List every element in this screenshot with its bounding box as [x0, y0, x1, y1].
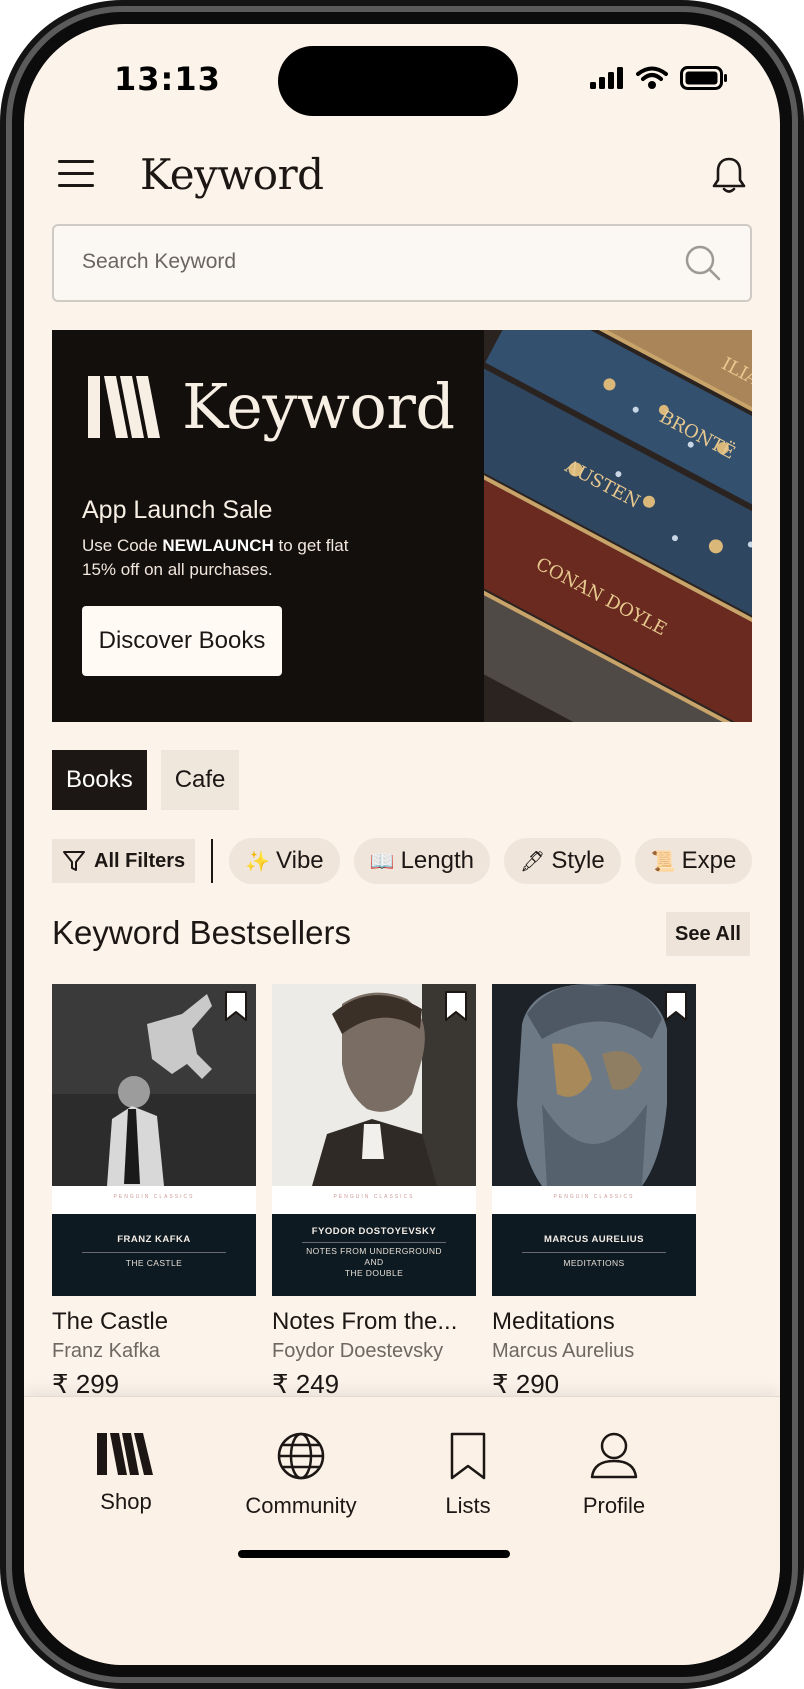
- brand-wordmark[interactable]: Keyword: [140, 150, 324, 199]
- screen: 13:13 Keyword Search Keyword Keyword App…: [24, 24, 780, 1665]
- pen-icon: 🖋: [519, 850, 546, 873]
- chip-length[interactable]: 📖 Length: [353, 838, 490, 884]
- signal-icon: [590, 67, 623, 89]
- nav-profile[interactable]: Profile: [570, 1431, 658, 1519]
- book-spines-image: ILIAD BRONTË AUSTEN CONAN DOYLE: [484, 330, 752, 722]
- bestseller-list: PENGUIN CLASSICS FRANZ KAFKA THE CASTLE …: [52, 984, 780, 1404]
- bell-icon[interactable]: [712, 156, 746, 194]
- cover-rule: [522, 1252, 666, 1253]
- status-time: 13:13: [114, 60, 221, 98]
- cover-label: FRANZ KAFKA THE CASTLE: [52, 1214, 256, 1296]
- category-tabs: Books Cafe: [52, 750, 240, 810]
- cover-author: MARCUS AURELIUS: [543, 1234, 645, 1245]
- cover-band-text: PENGUIN CLASSICS: [333, 1194, 415, 1200]
- nav-community[interactable]: Community: [238, 1431, 364, 1519]
- book-title[interactable]: Meditations: [492, 1308, 696, 1336]
- status-icons: [590, 66, 728, 90]
- cover-band: PENGUIN CLASSICS: [272, 1186, 476, 1214]
- app-header: Keyword: [58, 140, 746, 210]
- filter-divider: [211, 839, 214, 883]
- chip-label: Vibe: [276, 847, 324, 874]
- shop-icon: [97, 1433, 153, 1475]
- promo-banner: Keyword App Launch Sale Use Code NEWLAUN…: [52, 330, 752, 722]
- cover-subtitle: THE CASTLE: [125, 1258, 183, 1268]
- nav-shop-label: Shop: [100, 1489, 152, 1514]
- book-card[interactable]: PENGUIN CLASSICS FRANZ KAFKA THE CASTLE …: [52, 984, 256, 1400]
- book-author: Marcus Aurelius: [492, 1340, 635, 1362]
- book-author: Foydor Doestevsky: [272, 1340, 444, 1362]
- promo-code: NEWLAUNCH: [162, 536, 274, 555]
- cover-band-text: PENGUIN CLASSICS: [113, 1194, 195, 1200]
- list-bookmark-icon: [450, 1432, 486, 1480]
- book-card[interactable]: PENGUIN CLASSICS MARCUS AURELIUS MEDITAT…: [492, 984, 696, 1400]
- chip-label: Expe: [681, 847, 737, 874]
- bottom-navigation: Shop Community Lists Profile: [24, 1396, 780, 1665]
- cover-author: FRANZ KAFKA: [117, 1234, 191, 1245]
- cover-band: PENGUIN CLASSICS: [52, 1186, 256, 1214]
- banner-title: App Launch Sale: [82, 496, 273, 524]
- book-card[interactable]: PENGUIN CLASSICS FYODOR DOSTOYEVSKY NOTE…: [272, 984, 476, 1400]
- filter-icon: [63, 851, 85, 871]
- nav-lists[interactable]: Lists: [428, 1431, 508, 1519]
- see-all-button[interactable]: See All: [666, 912, 750, 956]
- book-cover[interactable]: PENGUIN CLASSICS MARCUS AURELIUS MEDITAT…: [492, 984, 696, 1296]
- banner-text-prefix: Use Code: [82, 536, 163, 555]
- book-title[interactable]: Notes From the...: [272, 1308, 476, 1336]
- search-input[interactable]: [82, 250, 642, 274]
- cover-band: PENGUIN CLASSICS: [492, 1186, 696, 1214]
- menu-icon[interactable]: [58, 160, 94, 190]
- chip-label: Style: [551, 847, 605, 874]
- bookmark-icon[interactable]: [444, 990, 468, 1022]
- all-filters-label: All Filters: [94, 849, 186, 872]
- chip-style[interactable]: 🖋 Style: [503, 838, 621, 884]
- bookmark-icon[interactable]: [664, 990, 688, 1022]
- tab-cafe[interactable]: Cafe: [160, 750, 240, 810]
- chip-label: Length: [400, 847, 474, 874]
- filter-row: All Filters ✨ Vibe 📖 Length 🖋 Style 📜 Ex…: [52, 838, 753, 884]
- section-title: Keyword Bestsellers: [52, 914, 351, 951]
- book-cover[interactable]: PENGUIN CLASSICS FYODOR DOSTOYEVSKY NOTE…: [272, 984, 476, 1296]
- cover-subtitle: NOTES FROM UNDERGROUND AND THE DOUBLE: [306, 1246, 442, 1278]
- dynamic-island: [278, 46, 518, 116]
- nav-profile-label: Profile: [582, 1493, 646, 1518]
- sparkles-icon: ✨: [245, 850, 271, 873]
- book-title[interactable]: The Castle: [52, 1308, 256, 1336]
- cover-label: FYODOR DOSTOYEVSKY NOTES FROM UNDERGROUN…: [272, 1214, 476, 1296]
- cover-rule: [82, 1252, 226, 1253]
- cover-author: FYODOR DOSTOYEVSKY: [311, 1226, 437, 1237]
- cover-rule: [302, 1242, 446, 1243]
- bookmark-icon[interactable]: [224, 990, 248, 1022]
- scroll-icon: 📜: [650, 850, 676, 873]
- nav-community-label: Community: [245, 1493, 357, 1518]
- open-book-icon: 📖: [369, 850, 395, 873]
- cover-label: MARCUS AURELIUS MEDITATIONS: [492, 1214, 696, 1296]
- nav-shop[interactable]: Shop: [86, 1431, 166, 1515]
- banner-brand: Keyword: [182, 370, 455, 443]
- keyword-logo-icon: [88, 375, 160, 438]
- home-indicator: [238, 1550, 510, 1558]
- battery-icon: [680, 66, 727, 90]
- chip-vibe[interactable]: ✨ Vibe: [229, 838, 340, 884]
- search-icon[interactable]: [684, 244, 722, 282]
- wifi-icon: [636, 66, 668, 89]
- book-author: Franz Kafka: [52, 1340, 160, 1362]
- nav-lists-label: Lists: [445, 1493, 491, 1518]
- banner-text: Use Code NEWLAUNCH to get flat 15% off o…: [82, 534, 352, 582]
- profile-icon: [590, 1432, 638, 1479]
- cover-subtitle: MEDITATIONS: [563, 1258, 625, 1268]
- all-filters-button[interactable]: All Filters: [52, 839, 196, 883]
- globe-icon: [277, 1432, 325, 1480]
- tab-books[interactable]: Books: [52, 750, 147, 810]
- search-bar: [52, 224, 752, 302]
- cover-band-text: PENGUIN CLASSICS: [553, 1194, 635, 1200]
- chip-experience[interactable]: 📜 Expe: [634, 838, 753, 884]
- banner-logo: Keyword: [88, 370, 455, 443]
- discover-books-button[interactable]: Discover Books: [82, 606, 282, 676]
- book-cover[interactable]: PENGUIN CLASSICS FRANZ KAFKA THE CASTLE: [52, 984, 256, 1296]
